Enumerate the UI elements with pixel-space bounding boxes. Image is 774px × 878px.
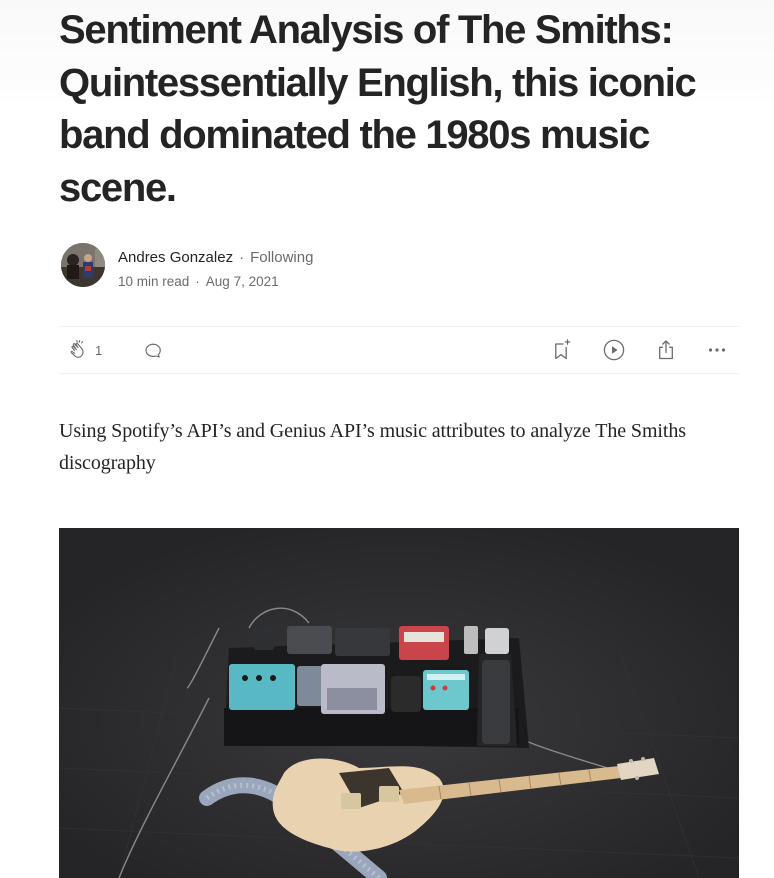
author-block: Andres Gonzalez · Following 10 min read · Au… — [59, 243, 459, 289]
publish-date: Aug 7, 2021 — [205, 274, 279, 289]
listen-button[interactable] — [602, 338, 626, 362]
clap-icon — [70, 339, 84, 358]
article-meta: 10 min read · Aug 7, 2021 — [118, 273, 279, 291]
guitar-pedalboard-image — [59, 528, 739, 878]
comment-button[interactable] — [143, 338, 163, 362]
hero-image — [59, 528, 739, 878]
more-button[interactable] — [705, 338, 729, 362]
share-button[interactable] — [654, 338, 678, 362]
separator-dot: · — [239, 249, 245, 266]
avatar-image — [61, 243, 105, 287]
save-button[interactable] — [550, 338, 574, 362]
article-subtitle: Using Spotify’s API’s and Genius API’s m… — [59, 420, 686, 474]
share-icon — [659, 340, 673, 360]
more-icon — [708, 348, 726, 352]
bookmark-icon — [555, 339, 571, 360]
read-time: 10 min read — [118, 274, 190, 289]
action-bar: 1 — [59, 326, 739, 374]
separator-dot: · — [195, 274, 200, 289]
clap-button[interactable]: 1 — [67, 338, 102, 362]
author-name[interactable]: Andres Gonzalez — [118, 249, 233, 266]
author-avatar[interactable] — [61, 243, 105, 287]
author-name-row: Andres Gonzalez · Following — [118, 248, 313, 268]
clap-count: 1 — [95, 342, 103, 358]
comment-icon — [145, 343, 161, 358]
listen-icon — [603, 339, 625, 361]
following-button[interactable]: Following — [250, 249, 313, 266]
article-title: Sentiment Analysis of The Smiths: Quinte… — [59, 8, 697, 210]
